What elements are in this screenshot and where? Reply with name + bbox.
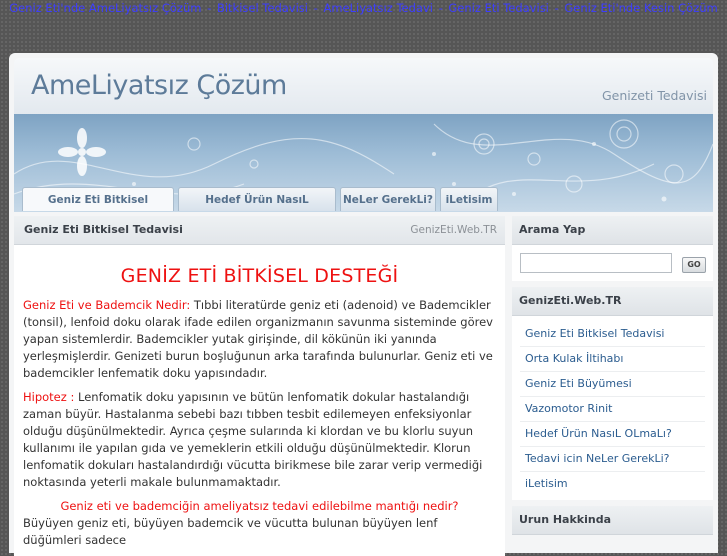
sidebar-link[interactable]: iLetisim [520,472,705,496]
tab-iletisim[interactable]: iLetisim [440,187,498,211]
top-link[interactable]: AmeLiyatsız Tedavi [323,1,432,15]
header-banner: Geniz Eti Bitkisel Tedavisi Hedef Ürün N… [14,114,713,212]
paragraph-hypothesis: Hipotez : Lenfomatik doku yapısının ve b… [23,389,495,491]
go-button[interactable]: GO [682,257,706,273]
search-box: Arama Yap GO [512,216,713,281]
sidebar-links: Geniz Eti Bitkisel Tedavisi Orta Kulak İ… [512,316,713,500]
hypothesis-text: Lenfomatik doku yapısının ve bütün lenfo… [23,390,483,489]
links-box-title: GenizEti.Web.TR [512,287,713,316]
top-link[interactable]: Geniz Eti'nde Kesin Çözüm [564,1,717,15]
separator: - [438,1,443,15]
tab-neler-gerekli[interactable]: NeLer GerekLi? [340,187,436,211]
article-heading: GENİZ ETİ BİTKİSEL DESTEĞİ [120,265,399,287]
separator: - [554,1,559,15]
top-links-bar: Geniz Eti'nde AmeLiyatsız Çözüm - Bitkis… [0,0,727,18]
sidebar-link[interactable]: Geniz Eti Büyümesi [520,372,705,397]
tab-geniz-eti-bitkisel-tedavisi[interactable]: Geniz Eti Bitkisel Tedavisi [22,187,174,211]
sidebar: Arama Yap GO GenizEti.Web.TR Geniz Eti B… [512,216,713,541]
page-container: AmeLiyatsız Çözüm Genizeti Tedavisi Geni… [9,53,718,556]
site-tagline: Genizeti Tedavisi [601,88,707,103]
site-header: AmeLiyatsız Çözüm Genizeti Tedavisi [14,58,713,114]
separator: - [313,1,318,15]
links-box: GenizEti.Web.TR Geniz Eti Bitkisel Tedav… [512,287,713,500]
sidebar-link[interactable]: Geniz Eti Bitkisel Tedavisi [520,322,705,347]
search-row: GO [512,245,713,281]
main-content: Geniz Eti Bitkisel Tedavisi GenizEti.Web… [14,216,505,556]
paragraph-definition: Geniz Eti ve Bademcik Nedir: Tıbbi liter… [23,297,495,382]
definition-label: Geniz Eti ve Bademcik Nedir: [23,298,191,312]
sidebar-link[interactable]: Tedavi icin NeLer GerekLi? [520,447,705,472]
sidebar-link[interactable]: Vazomotor Rinit [520,397,705,422]
search-title: Arama Yap [512,216,713,245]
tab-hedef-urun[interactable]: Hedef Ürün NasıL OLmaLı? [178,187,336,211]
top-link[interactable]: Geniz Eti'nde AmeLiyatsız Çözüm [9,1,201,15]
sidebar-link[interactable]: Orta Kulak İltihabı [520,347,705,372]
question-heading: Geniz eti ve bademciğin ameliyatsız teda… [60,499,459,513]
top-link[interactable]: Bitkisel Tedavisi [217,1,308,15]
hypothesis-label: Hipotez : [23,390,75,404]
content-header: Geniz Eti Bitkisel Tedavisi GenizEti.Web… [14,216,505,245]
about-box: Urun Hakkinda [512,506,713,535]
site-title[interactable]: AmeLiyatsız Çözüm [31,70,287,101]
sidebar-link[interactable]: Hedef Ürün NasıL OLmaLı? [520,422,705,447]
search-input[interactable] [520,253,672,273]
separator: - [207,1,212,15]
top-link[interactable]: Geniz Eti Tedavisi [448,1,548,15]
about-box-title: Urun Hakkinda [512,506,713,535]
content-title: Geniz Eti Bitkisel Tedavisi [24,223,183,236]
paragraph-answer: Büyüyen geniz eti, büyüyen bademcik ve v… [23,516,438,547]
content-source: GenizEti.Web.TR [410,224,497,236]
